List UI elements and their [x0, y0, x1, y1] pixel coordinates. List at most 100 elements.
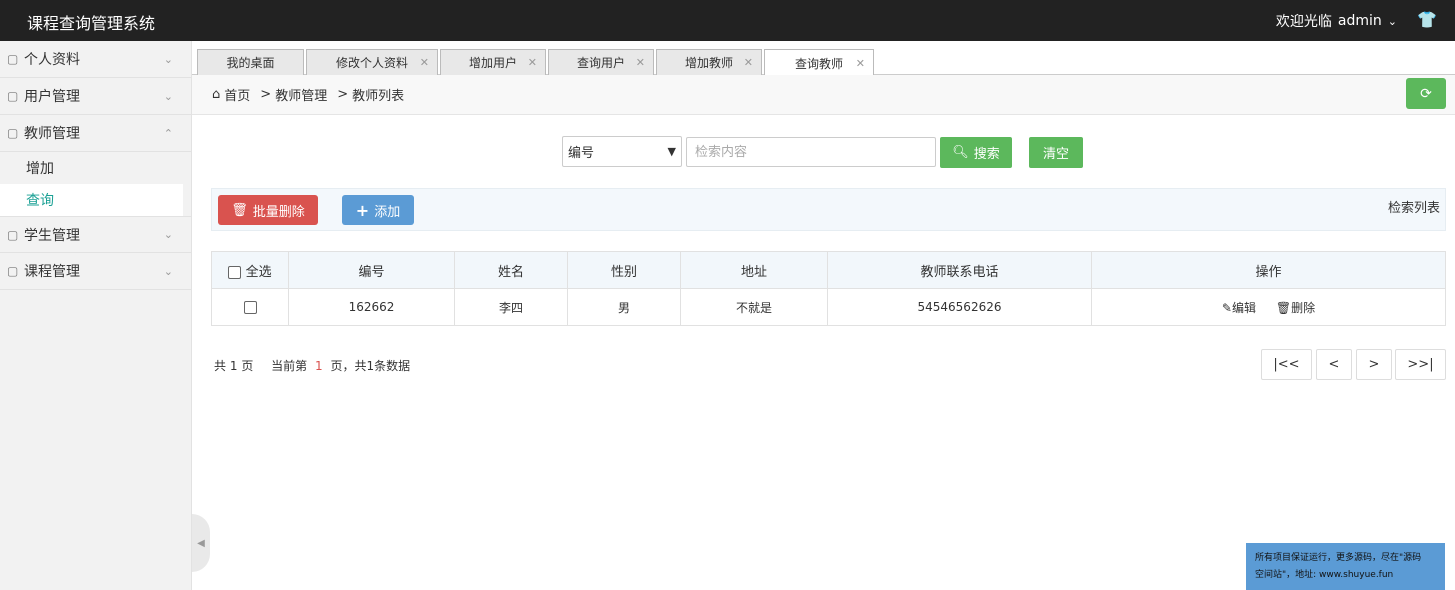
tab-label: 增加教师 — [684, 56, 733, 70]
prev-page-button[interactable]: < — [1316, 349, 1352, 380]
teacher-table: 全选 编号 姓名 性别 地址 教师联系电话 操作 162662 李四 男 不就是… — [211, 251, 1446, 326]
cell-phone: 54546562626 — [827, 288, 1092, 326]
breadcrumb-separator: > — [260, 87, 272, 102]
notice-line2: 空间站"，地址: www.shuyue.fun — [1255, 570, 1394, 580]
trash-icon: 🗑︎ — [231, 202, 248, 218]
current-page-suffix: 页，共1条数据 — [330, 359, 411, 373]
total-pages-suffix: 页 — [241, 359, 254, 373]
tab-label: 增加用户 — [468, 56, 517, 70]
tab-add-teacher[interactable]: 增加教师 ✕ — [656, 49, 762, 75]
close-icon[interactable]: ✕ — [856, 57, 865, 70]
breadcrumb: ⌂ 首页 > 教师管理 > 教师列表 ⟳ — [192, 75, 1455, 115]
close-icon[interactable]: ✕ — [528, 56, 537, 69]
sidebar-item-teachers[interactable]: ▢ 教师管理 ⌃ — [0, 115, 191, 152]
close-icon[interactable]: ✕ — [420, 56, 429, 69]
column-header-name: 姓名 — [454, 251, 568, 289]
plus-icon: + — [355, 200, 370, 220]
close-icon[interactable]: ✕ — [636, 56, 645, 69]
breadcrumb-level1[interactable]: 教师管理 — [275, 85, 327, 104]
pencil-icon: ✎ — [1221, 300, 1232, 315]
cell-id: 162662 — [288, 288, 455, 326]
cell-actions: ✎编辑 🗑︎删除 — [1091, 288, 1446, 326]
app-title: 课程查询管理系统 — [27, 14, 156, 33]
clear-button[interactable]: 清空 — [1029, 137, 1083, 168]
action-bar: 🗑︎ 批量删除 + 添加 检索列表 — [211, 188, 1446, 231]
select-all-checkbox[interactable] — [228, 265, 242, 279]
sidebar-subitem-add[interactable]: 增加 — [0, 152, 191, 184]
sidebar-item-users[interactable]: ▢ 用户管理 ⌄ — [0, 78, 191, 115]
lock-icon: ▢ — [7, 89, 19, 103]
theme-shirt-icon[interactable]: 👕 — [1417, 10, 1437, 29]
batch-delete-button[interactable]: 🗑︎ 批量删除 — [218, 195, 318, 225]
add-label: 添加 — [374, 204, 401, 220]
delete-link[interactable]: 🗑︎删除 — [1276, 301, 1315, 315]
pagination-info: 共 1 页 当前第 1 页，共1条数据 — [214, 357, 410, 374]
sidebar-subitem-query[interactable]: 查询 — [0, 184, 183, 216]
column-header-phone: 教师联系电话 — [827, 251, 1092, 289]
welcome-text: 欢迎光临 — [1275, 14, 1332, 30]
username[interactable]: admin — [1338, 13, 1382, 29]
cell-name: 李四 — [454, 288, 568, 326]
table-row: 162662 李四 男 不就是 54546562626 ✎编辑 🗑︎删除 — [211, 288, 1446, 326]
search-button[interactable]: 🔍︎ 搜索 — [940, 137, 1012, 168]
cell-address: 不就是 — [680, 288, 828, 326]
search-input[interactable] — [686, 137, 936, 167]
source-notice: 所有项目保证运行，更多源码，尽在"源码 空间站"，地址: www.shuyue.… — [1246, 543, 1445, 590]
row-checkbox[interactable] — [243, 301, 257, 314]
edit-label: 编辑 — [1231, 300, 1256, 315]
lock-icon: ▢ — [7, 264, 19, 278]
sidebar-item-students[interactable]: ▢ 学生管理 ⌄ — [0, 216, 191, 253]
sidebar: ▢ 个人资料 ⌄ ▢ 用户管理 ⌄ ▢ 教师管理 ⌃ 增加 查询 ▢ 学生管理 … — [0, 41, 192, 590]
trash-icon: 🗑︎ — [1275, 300, 1292, 315]
batch-delete-label: 批量删除 — [252, 204, 305, 220]
tab-desktop[interactable]: 我的桌面 — [197, 49, 304, 75]
total-pages-prefix: 共 — [214, 359, 227, 373]
tab-edit-profile[interactable]: 修改个人资料 ✕ — [306, 49, 438, 75]
lock-icon: ▢ — [7, 52, 19, 66]
select-all-header[interactable]: 全选 — [211, 251, 289, 289]
chevron-up-icon: ⌃ — [163, 126, 173, 140]
column-header-id: 编号 — [288, 251, 455, 289]
chevron-down-icon: ⌄ — [163, 228, 173, 241]
breadcrumb-separator: > — [337, 87, 349, 102]
close-icon[interactable]: ✕ — [744, 56, 753, 69]
total-pages: 1 — [229, 359, 238, 373]
table-header-row: 全选 编号 姓名 性别 地址 教师联系电话 操作 — [211, 251, 1446, 289]
list-title: 检索列表 — [1387, 201, 1440, 216]
sidebar-collapse-toggle[interactable]: ◀ — [192, 514, 210, 572]
chevron-down-icon: ▼ — [667, 145, 676, 158]
cell-gender: 男 — [567, 288, 681, 326]
user-menu[interactable]: 欢迎光临 admin ⌄ — [1276, 11, 1397, 31]
select-all-label: 全选 — [245, 264, 272, 280]
tab-label: 修改个人资料 — [335, 56, 408, 70]
sidebar-item-courses[interactable]: ▢ 课程管理 ⌄ — [0, 253, 191, 290]
breadcrumb-level2: 教师列表 — [352, 89, 405, 104]
column-header-gender: 性别 — [567, 251, 681, 289]
search-field-select[interactable]: 编号 ▼ — [562, 136, 682, 167]
chevron-down-icon: ⌄ — [163, 89, 173, 103]
tab-query-teacher[interactable]: 查询教师 ✕ — [764, 49, 874, 76]
edit-link[interactable]: ✎编辑 — [1222, 301, 1260, 315]
search-button-label: 搜索 — [973, 147, 1000, 162]
tab-label: 查询用户 — [576, 56, 625, 70]
chevron-down-icon[interactable]: ⌄ — [1388, 15, 1397, 28]
last-page-button[interactable]: >>| — [1395, 349, 1446, 380]
chevron-down-icon: ⌄ — [163, 52, 173, 66]
refresh-icon: ⟳ — [1420, 85, 1432, 102]
tab-query-user[interactable]: 查询用户 ✕ — [548, 49, 654, 75]
refresh-button[interactable]: ⟳ — [1406, 78, 1446, 109]
breadcrumb-home[interactable]: 首页 — [224, 85, 250, 104]
current-page-prefix: 当前第 — [271, 359, 308, 373]
select-value: 编号 — [568, 146, 595, 161]
sidebar-item-profile[interactable]: ▢ 个人资料 ⌄ — [0, 41, 191, 78]
next-page-button[interactable]: > — [1356, 349, 1392, 380]
first-page-button[interactable]: |<< — [1261, 349, 1312, 380]
lock-icon: ▢ — [7, 227, 19, 242]
sidebar-item-label: 教师管理 — [24, 126, 80, 142]
delete-label: 删除 — [1291, 300, 1316, 315]
search-icon: 🔍︎ — [952, 145, 969, 160]
sidebar-item-label: 用户管理 — [24, 89, 80, 105]
add-button[interactable]: + 添加 — [342, 195, 414, 225]
tab-add-user[interactable]: 增加用户 ✕ — [440, 49, 546, 75]
caret-left-icon: ◀ — [197, 537, 205, 549]
